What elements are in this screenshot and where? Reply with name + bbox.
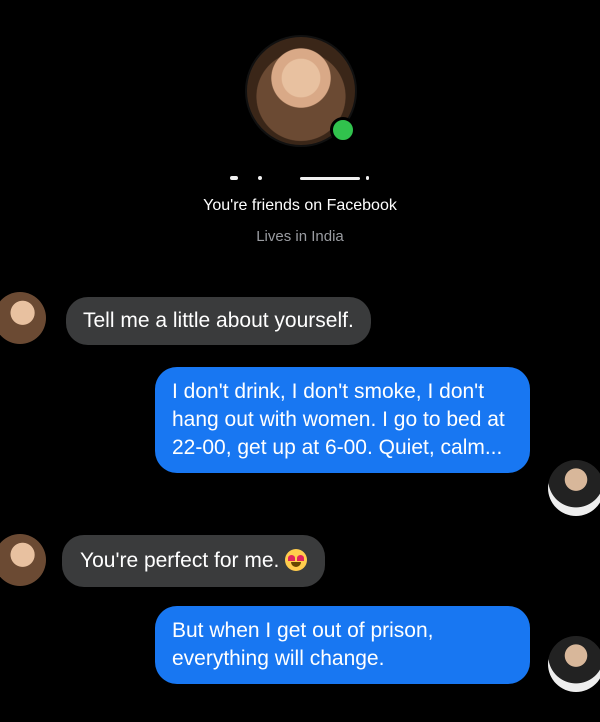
message-text: You're perfect for me. <box>80 549 280 572</box>
online-status-dot <box>330 117 356 143</box>
message-bubble-incoming[interactable]: You're perfect for me. <box>62 535 326 587</box>
friends-status-text: You're friends on Facebook <box>203 197 397 214</box>
location-text: Lives in India <box>256 228 344 245</box>
message-text: I don't drink, I don't smoke, I don't ha… <box>172 380 505 459</box>
message-text: Tell me a little about yourself. <box>83 309 354 332</box>
contact-avatar[interactable] <box>0 292 46 344</box>
user-avatar[interactable] <box>548 636 600 692</box>
user-avatar[interactable] <box>548 460 600 516</box>
contact-name-redacted <box>230 176 370 182</box>
message-bubble-outgoing[interactable]: I don't drink, I don't smoke, I don't ha… <box>155 367 530 473</box>
message-text: But when I get out of prison, everything… <box>172 619 434 670</box>
heart-eyes-emoji-icon <box>285 549 308 571</box>
message-bubble-outgoing[interactable]: But when I get out of prison, everything… <box>155 606 530 684</box>
contact-avatar[interactable] <box>0 534 46 586</box>
message-bubble-incoming[interactable]: Tell me a little about yourself. <box>66 297 371 345</box>
